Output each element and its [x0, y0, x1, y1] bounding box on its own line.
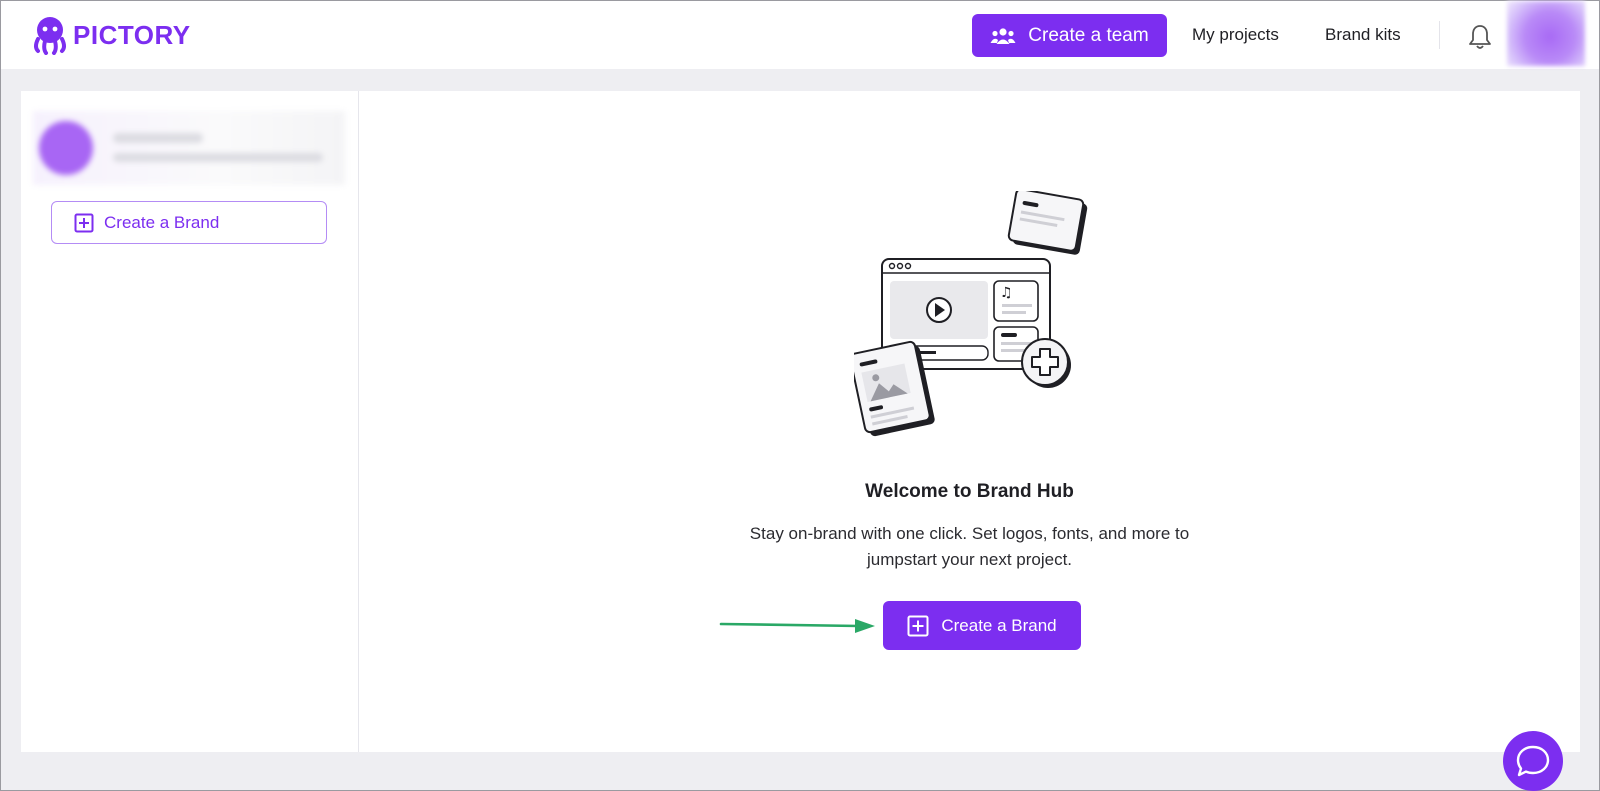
plus-square-icon: [74, 213, 94, 232]
main-create-brand-label: Create a Brand: [941, 615, 1057, 635]
brand-hub-main: ♫ Welcome to Brand Hub Stay on-brand wit…: [359, 91, 1580, 752]
brand-hub-illustration: ♫: [854, 191, 1088, 437]
brand-sidebar: Create a Brand: [21, 91, 359, 752]
team-icon: [990, 27, 1016, 44]
chat-support-button[interactable]: [1503, 731, 1563, 791]
plus-square-icon: [907, 615, 929, 636]
annotation-arrow-icon: [719, 619, 875, 633]
create-team-label: Create a team: [1028, 24, 1149, 46]
brand-list-item[interactable]: [33, 111, 345, 185]
welcome-subtitle: Stay on-brand with one click. Set logos,…: [749, 524, 1190, 569]
main-create-brand-button[interactable]: Create a Brand: [883, 601, 1081, 650]
chat-bubble-icon: [1516, 745, 1550, 777]
nav-divider: [1439, 21, 1440, 49]
svg-text:♫: ♫: [1000, 285, 1013, 301]
welcome-title: Welcome to Brand Hub: [865, 481, 1074, 502]
sidebar-create-brand-button[interactable]: Create a Brand: [51, 201, 327, 244]
pictory-logo[interactable]: PICTORY: [31, 15, 191, 55]
nav-my-projects[interactable]: My projects: [1192, 25, 1279, 45]
top-navigation-bar: PICTORY Create a team My projects Brand …: [1, 1, 1599, 69]
user-avatar[interactable]: [1507, 1, 1585, 66]
octopus-logo-icon: [34, 17, 66, 55]
logo-text: PICTORY: [73, 19, 191, 50]
sidebar-create-brand-label: Create a Brand: [104, 212, 220, 232]
create-team-button[interactable]: Create a team: [972, 14, 1167, 57]
nav-brand-kits[interactable]: Brand kits: [1325, 25, 1401, 45]
bell-icon[interactable]: [1467, 23, 1493, 51]
